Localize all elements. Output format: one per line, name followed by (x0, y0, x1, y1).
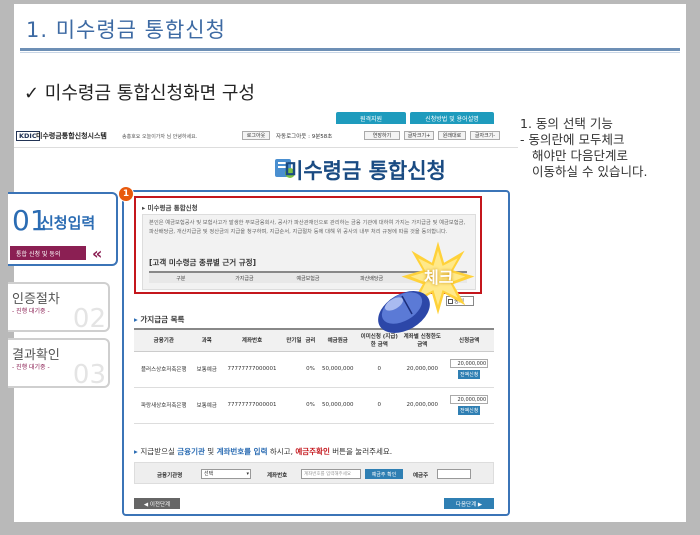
extend-button[interactable]: 연장하기 (364, 131, 400, 140)
maturity-cell (284, 351, 304, 388)
consent-group-title: [고객 미수령금 종류별 근거 규정] (149, 258, 256, 267)
apply-all-button[interactable]: 전액신청 (457, 370, 481, 379)
column-header: 예금보험금 (296, 275, 320, 282)
rate-cell: 0% (303, 351, 318, 388)
amount-cell: 20,000,000 전액신청 (444, 387, 494, 424)
column-header: 가지급금 (235, 275, 254, 282)
column-header: 구분 (176, 275, 186, 282)
consent-text: 본인은 예금보험공사 및 보험사고가 발생한 부보금융회사, 공사가 파산관재인… (149, 220, 466, 235)
bank-cell: 플러스상호저축은행 (134, 351, 194, 388)
column-header: 계좌번호 (220, 328, 285, 352)
tab-help[interactable]: 신청방법 및 용어설명 (410, 112, 494, 124)
amount-input[interactable]: 20,000,000 (450, 395, 489, 404)
column-header: 과목 (193, 328, 220, 352)
step-label: 인증절차 (12, 292, 60, 307)
account-label: 계좌번호 (267, 473, 288, 479)
font-larger-button[interactable]: 글자크기+ (404, 131, 434, 140)
annotation-line: 해야만 다음단계로 (532, 148, 628, 163)
holder-confirm-button[interactable]: 예금주 확인 (365, 469, 403, 479)
slide: 1. 미수령금 통합신청 ✓ 미수령금 통합신청화면 구성 1. 동의 선택 기… (8, 4, 686, 522)
account-section-title: ▸ 가지급금 목록 (134, 315, 185, 324)
holder-label: 예금주 (413, 473, 429, 479)
main-panel: 1 ▸ 미수령금 통합신청 본인은 예금보험공사 및 보험사고가 발생한 부보금… (118, 186, 510, 516)
bank-select[interactable]: 선택 ▾ (201, 469, 251, 479)
paid-cell: 0 (358, 387, 401, 424)
maturity-cell (284, 387, 304, 424)
step-apply[interactable]: 01 신청입력 통합 신청 및 동의 « (8, 192, 118, 266)
bank-label: 금융기관명 (157, 473, 183, 479)
slide-subtitle: ✓ 미수령금 통합신청화면 구성 (24, 83, 255, 104)
column-header: 금융기관 (134, 328, 194, 352)
next-step-button[interactable]: 다음단계 ▶ (444, 498, 494, 509)
font-smaller-button[interactable]: 글자크기- (470, 131, 500, 140)
limit-cell: 20,000,000 (400, 387, 445, 424)
bank-cell: 파랑새상호저축은행 (134, 387, 194, 424)
step-label: 신청입력 (40, 214, 96, 232)
top-nav: 원격지원 신청방법 및 용어설명 (336, 112, 494, 124)
site-name: 미수령금통합신청시스템 (36, 132, 107, 140)
step-number: 03 (72, 360, 106, 390)
consent-heading: ▸ 미수령금 통합신청 (142, 204, 198, 212)
mouse-icon (378, 291, 430, 333)
payout-account-form: 금융기관명 선택 ▾ 계좌번호 계좌번호를 입력해주세요 예금주 확인 예금주 (134, 462, 494, 484)
paid-cell: 0 (358, 351, 401, 388)
embedded-screenshot: 원격지원 신청방법 및 용어설명 KDIC 미수령금통합신청시스템 송홍호요 오… (8, 110, 518, 522)
prev-step-button[interactable]: ◀ 이전단계 (134, 498, 180, 509)
step-number: 02 (72, 304, 106, 334)
column-header: 예금원금 (317, 328, 359, 352)
callout-badge: 1 (118, 186, 134, 202)
principal-cell: 50,000,000 (317, 351, 359, 388)
logout-button[interactable]: 로그아웃 (242, 131, 270, 140)
step-result[interactable]: 결과확인 - 진행 대기중 - 03 (8, 338, 110, 390)
annotation-line: - 동의란에 모두체크 (520, 132, 625, 147)
principal-cell: 50,000,000 (317, 387, 359, 424)
column-header: 금리 (303, 328, 318, 352)
amount-cell: 20,000,000 전액신청 (444, 351, 494, 388)
step-sub: - 진행 대기중 - (12, 364, 50, 371)
step-label: 결과확인 (12, 348, 60, 363)
step-sub: - 진행 대기중 - (12, 308, 50, 315)
chevron-down-icon: ▾ (246, 471, 249, 477)
account-input[interactable]: 계좌번호를 입력해주세요 (301, 469, 361, 479)
annotation-line: 1. 동의 선택 기능 (520, 116, 613, 131)
auto-logout-timer: 자동로그아웃 : 9분58초 (276, 134, 333, 140)
account-cell: 77777777000001 (220, 387, 285, 424)
table-row: 플러스상호저축은행 보통예금 77777777000001 0% 50,000,… (134, 351, 494, 388)
step-auth[interactable]: 인증절차 - 진행 대기중 - 02 (8, 282, 110, 334)
step-sub: 통합 신청 및 동의 (10, 246, 86, 260)
table-row: 파랑새상호저축은행 보통예금 77777777000001 0% 50,000,… (134, 387, 494, 424)
tab-remote-support[interactable]: 원격지원 (336, 112, 406, 124)
column-header: 만기일 (284, 328, 304, 352)
site-header: KDIC 미수령금통합신청시스템 송홍호요 오늘이가자 님 안녕하세요. 로그아… (14, 126, 518, 148)
holder-input[interactable] (437, 469, 471, 479)
page-title: 미수령금 통합신청 (284, 159, 446, 183)
account-table: 금융기관 과목 계좌번호 만기일 금리 예금원금 이미신청 (지급)한 금액 계… (134, 328, 494, 424)
column-header: 신청금액 (444, 328, 494, 352)
font-reset-button[interactable]: 원래대로 (438, 131, 466, 140)
amount-input[interactable]: 20,000,000 (450, 359, 489, 368)
annotation: 1. 동의 선택 기능 - 동의란에 모두체크 해야만 다음단계로 이동하실 수… (520, 116, 685, 180)
welcome-text: 송홍호요 오늘이가자 님 안녕하세요. (122, 134, 198, 140)
type-cell: 보통예금 (193, 387, 220, 424)
instruction: ▸ 지급받으실 금융기관 및 계좌번호를 입력 하시고, 예금주확인 버튼을 눌… (134, 447, 393, 456)
apply-all-button[interactable]: 전액신청 (457, 406, 481, 415)
type-cell: 보통예금 (193, 351, 220, 388)
title-rule-thin (20, 52, 680, 53)
annotation-line: 이동하실 수 있습니다. (532, 164, 648, 179)
title-rule (20, 48, 680, 51)
chevron-left-icon: « (92, 244, 103, 263)
account-cell: 77777777000001 (220, 351, 285, 388)
limit-cell: 20,000,000 (400, 351, 445, 388)
rate-cell: 0% (303, 387, 318, 424)
slide-title: 1. 미수령금 통합신청 (26, 18, 226, 42)
